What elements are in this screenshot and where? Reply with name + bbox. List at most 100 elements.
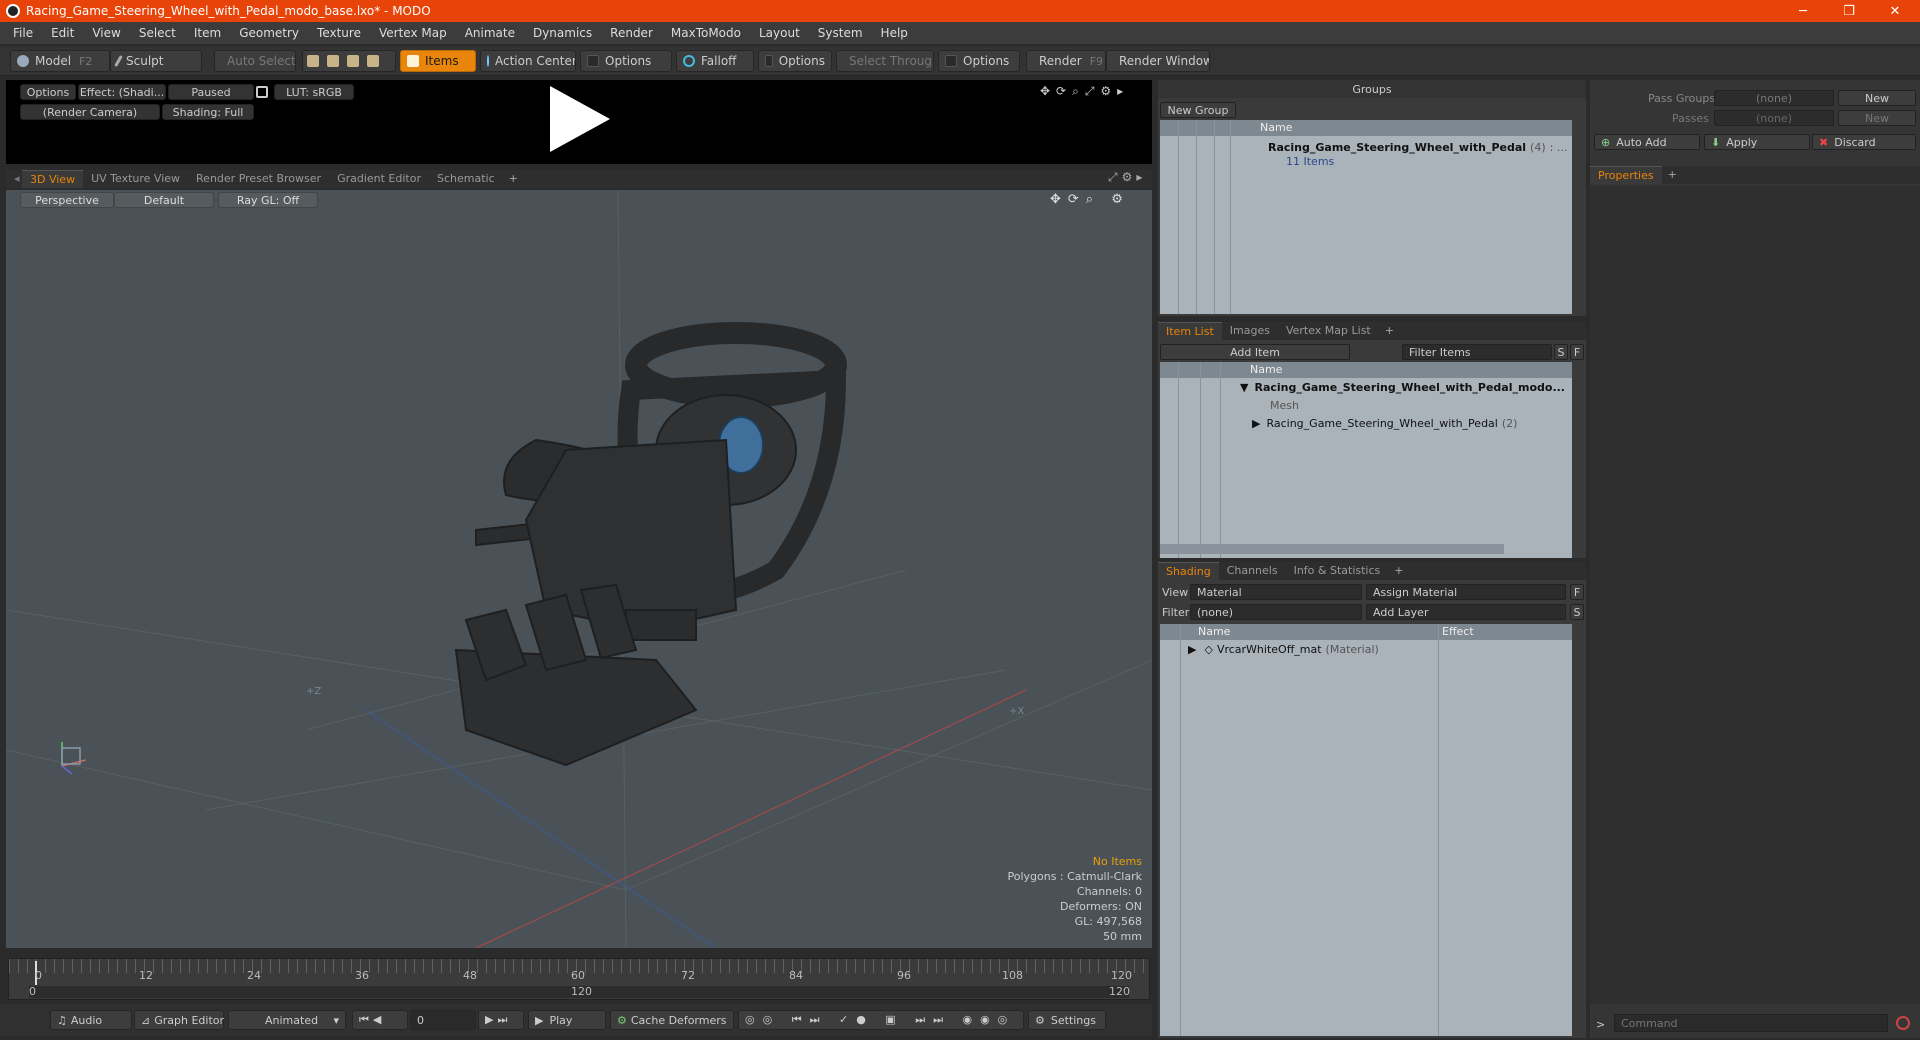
filter-s-button[interactable]: S [1554,344,1568,360]
menu-select[interactable]: Select [130,26,185,40]
add-tab-button[interactable]: + [1662,166,1683,184]
tab-3d-view[interactable]: 3D View [22,170,84,188]
menu-item[interactable]: Item [185,26,230,40]
action-center-button[interactable]: Action Center [480,50,576,72]
menu-animate[interactable]: Animate [456,26,524,40]
skip-forward-buttons[interactable]: ▶⏭ [478,1010,524,1030]
skip-back-buttons[interactable]: ⏮◀ [352,1010,408,1030]
material-mode-icon[interactable] [367,55,379,67]
falloff-options-button[interactable]: Options [758,50,832,72]
preview-options-button[interactable]: Options [20,84,76,100]
sculpt-mode-button[interactable]: Sculpt [110,50,202,72]
new-pass-group-button[interactable]: New [1838,90,1916,106]
stop-icon[interactable] [1896,1016,1910,1030]
item-row-mesh[interactable]: Mesh [1160,396,1572,414]
play-icon[interactable] [550,86,610,152]
lock-icon[interactable] [256,86,268,98]
tab-info-statistics[interactable]: Info & Statistics [1286,562,1389,580]
render-window-button[interactable]: Render Window [1106,50,1210,72]
tab-channels[interactable]: Channels [1219,562,1286,580]
auto-select-button[interactable]: Auto Select [214,50,296,72]
model-mode-button[interactable]: Model F2 [10,50,110,72]
preview-camera-dropdown[interactable]: (Render Camera) [20,104,160,120]
discard-button[interactable]: ✖ Discard [1812,134,1916,150]
tab-images[interactable]: Images [1222,322,1278,340]
play-button[interactable]: ▶ Play [528,1010,606,1030]
tab-render-preset-browser[interactable]: Render Preset Browser [188,170,329,188]
apply-button[interactable]: ⬇ Apply [1704,134,1810,150]
render-button[interactable]: Render F9 [1026,50,1106,72]
assign-material-button[interactable]: Assign Material [1366,584,1566,600]
expand-arrow-icon[interactable]: ▼ [1240,381,1248,394]
preview-shading-dropdown[interactable]: Shading: Full [162,104,254,120]
preview-nav-icons[interactable]: ✥⟳⌕⤢⚙▸ [1040,84,1150,98]
new-group-button[interactable]: New Group [1160,102,1236,118]
viewport-nav-icons[interactable]: ✥⟳⌕ ⚙ [1050,192,1150,208]
tab-item-list[interactable]: Item List [1158,322,1222,340]
action-center-options-button[interactable]: Options [580,50,672,72]
expand-arrow-icon[interactable]: ▶ [1188,643,1196,656]
polygon-mode-icon[interactable] [347,55,359,67]
new-pass-button[interactable]: New [1838,110,1916,126]
add-item-dropdown[interactable]: Add Item [1160,344,1350,360]
expand-arrow-icon[interactable]: ▶ [1252,417,1260,430]
menu-dynamics[interactable]: Dynamics [524,26,601,40]
maximize-button[interactable]: ❐ [1826,0,1872,22]
filter-f-button[interactable]: F [1570,344,1584,360]
tabs-menu-icon[interactable]: ◂ [6,170,22,188]
shading-s-button[interactable]: S [1570,604,1584,620]
add-tab-button[interactable]: + [1388,562,1409,580]
vertex-mode-icon[interactable] [307,55,319,67]
select-through-button[interactable]: Select Through [836,50,934,72]
shading-style-dropdown[interactable]: Default [114,192,214,208]
filter-items-input[interactable]: Filter Items [1402,344,1552,360]
tab-schematic[interactable]: Schematic [429,170,503,188]
preview-lut-dropdown[interactable]: LUT: sRGB [274,84,354,100]
menu-render[interactable]: Render [601,26,662,40]
item-list-scrollbar[interactable] [1160,544,1504,554]
preview-paused-button[interactable]: Paused [168,84,254,100]
add-tab-button[interactable]: + [503,170,524,188]
frame-input[interactable]: 0 [410,1010,476,1030]
menu-system[interactable]: System [809,26,872,40]
menu-layout[interactable]: Layout [750,26,809,40]
animated-dropdown[interactable]: Animated ▾ [228,1010,346,1030]
graph-editor-button[interactable]: ⊿ Graph Editor [134,1010,224,1030]
preview-effect-dropdown[interactable]: Effect: (Shadi... [78,84,166,100]
menu-file[interactable]: File [4,26,42,40]
view-dropdown[interactable]: Material [1190,584,1362,600]
edge-mode-icon[interactable] [327,55,339,67]
item-row-scene[interactable]: ▼ Racing_Game_Steering_Wheel_with_Pedal_… [1160,378,1572,396]
minimize-button[interactable]: ─ [1780,0,1826,22]
shading-f-button[interactable]: F [1570,584,1584,600]
tab-properties[interactable]: Properties [1590,166,1662,184]
perspective-dropdown[interactable]: Perspective [20,192,114,208]
auto-add-button[interactable]: ⊕ Auto Add [1594,134,1700,150]
pass-groups-dropdown[interactable]: (none) [1714,90,1834,106]
add-tab-button[interactable]: + [1379,322,1400,340]
menu-vertex-map[interactable]: Vertex Map [370,26,456,40]
item-row-group[interactable]: ▶ Racing_Game_Steering_Wheel_with_Pedal … [1160,414,1572,432]
menu-view[interactable]: View [83,26,129,40]
timeline[interactable]: 0 12 24 36 48 60 72 84 96 108 120 0 120 … [8,958,1150,1000]
3d-viewport[interactable]: +Z +X Perspective Default Ray GL: Off ✥⟳… [6,190,1152,948]
menu-edit[interactable]: Edit [42,26,83,40]
command-input[interactable] [1614,1014,1888,1032]
material-row[interactable]: ▶ ◇ VrcarWhiteOff_mat (Material) [1160,640,1572,658]
tab-gradient-editor[interactable]: Gradient Editor [329,170,429,188]
tab-shading[interactable]: Shading [1158,562,1219,580]
menu-maxtomodo[interactable]: MaxToModo [662,26,750,40]
close-button[interactable]: ✕ [1872,0,1918,22]
passes-dropdown[interactable]: (none) [1714,110,1834,126]
settings-button[interactable]: ⚙ Settings [1028,1010,1106,1030]
menu-help[interactable]: Help [872,26,917,40]
menu-geometry[interactable]: Geometry [230,26,308,40]
audio-button[interactable]: ♫ Audio [50,1010,132,1030]
menu-texture[interactable]: Texture [308,26,370,40]
items-mode-button[interactable]: Items [400,50,476,72]
cache-deformers-button[interactable]: ⚙ Cache Deformers [610,1010,734,1030]
key-tools-buttons[interactable]: ◎◎ ⏮⏭ ✓● ▣ ⏭⏭ ◉◉◎ [738,1010,1024,1030]
filter-dropdown[interactable]: (none) [1190,604,1362,620]
view-tabs-controls[interactable]: ⤢⚙▸ [1108,170,1152,188]
falloff-button[interactable]: Falloff [676,50,754,72]
